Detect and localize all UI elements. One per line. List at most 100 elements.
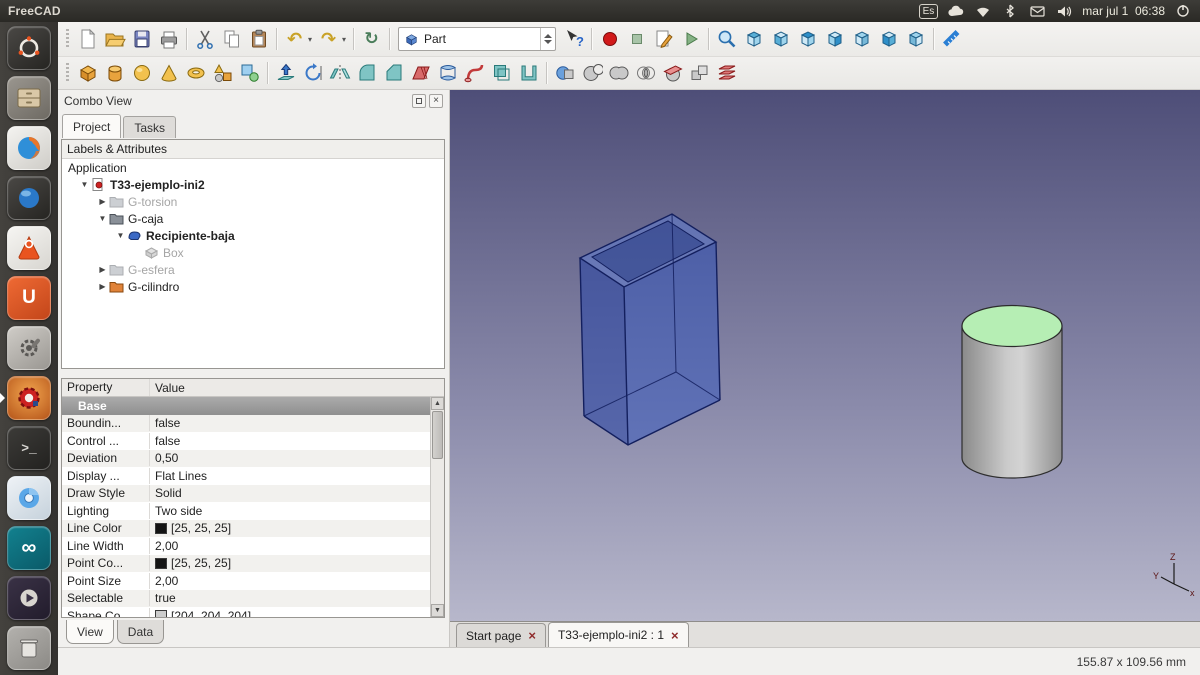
file-print-button[interactable]: [155, 26, 182, 52]
part-section-button[interactable]: [659, 60, 686, 86]
tab-tasks[interactable]: Tasks: [123, 116, 176, 138]
dock-float-button[interactable]: [412, 94, 426, 108]
view-axonometric-button[interactable]: [740, 26, 767, 52]
part-loft-button[interactable]: [434, 60, 461, 86]
property-row[interactable]: Line Width2,00: [62, 537, 430, 555]
property-row[interactable]: Boundin...false: [62, 415, 430, 433]
launcher-home-folder[interactable]: [7, 76, 51, 120]
part-chamfer-button[interactable]: [380, 60, 407, 86]
part-box-button[interactable]: [74, 60, 101, 86]
property-row-base[interactable]: Base: [62, 397, 430, 415]
launcher-dash-home[interactable]: [7, 26, 51, 70]
view-fit-all-button[interactable]: [713, 26, 740, 52]
bluetooth-icon[interactable]: [1001, 2, 1019, 20]
part-fillet-button[interactable]: [353, 60, 380, 86]
box-object[interactable]: [580, 214, 720, 445]
tab-view[interactable]: View: [66, 620, 114, 644]
view-left-button[interactable]: [902, 26, 929, 52]
edit-paste-button[interactable]: [245, 26, 272, 52]
keyboard-layout-indicator[interactable]: Es: [919, 4, 939, 19]
file-save-button[interactable]: [128, 26, 155, 52]
launcher-ubuntu-one[interactable]: [7, 176, 51, 220]
expander-icon[interactable]: ▼: [114, 231, 127, 240]
launcher-chromium[interactable]: [7, 476, 51, 520]
workbench-selector[interactable]: Part: [398, 27, 556, 51]
tab-start-page[interactable]: Start page ×: [456, 623, 546, 647]
tree-item-g-esfera[interactable]: ▶ G-esfera: [62, 261, 444, 278]
expander-icon[interactable]: ▼: [96, 214, 109, 223]
part-sphere-button[interactable]: [128, 60, 155, 86]
tab-project[interactable]: Project: [62, 114, 121, 138]
macro-stop-button[interactable]: [623, 26, 650, 52]
edit-copy-button[interactable]: [218, 26, 245, 52]
launcher-media-player[interactable]: [7, 576, 51, 620]
part-cross-sections-button[interactable]: [713, 60, 740, 86]
property-scrollbar[interactable]: ▲ ▼: [430, 397, 444, 617]
part-common-button[interactable]: [632, 60, 659, 86]
launcher-system-settings[interactable]: [7, 326, 51, 370]
tree-item-document[interactable]: ▼ T33-ejemplo-ini2: [62, 176, 444, 193]
tab-close-icon[interactable]: ×: [671, 629, 679, 642]
whats-this-button[interactable]: ?: [560, 26, 587, 52]
launcher-firefox[interactable]: [7, 126, 51, 170]
part-shapebuilder-button[interactable]: [236, 60, 263, 86]
tree-item-recipiente-baja[interactable]: ▼ Recipiente-baja: [62, 227, 444, 244]
clock[interactable]: mar jul 1 06:38: [1082, 4, 1165, 18]
property-row[interactable]: Selectabletrue: [62, 590, 430, 608]
expander-icon[interactable]: ▶: [96, 265, 109, 274]
scroll-thumb[interactable]: [432, 411, 443, 459]
part-compound-button[interactable]: [686, 60, 713, 86]
macro-edit-button[interactable]: [650, 26, 677, 52]
file-open-button[interactable]: [101, 26, 128, 52]
property-row[interactable]: Display ...Flat Lines: [62, 467, 430, 485]
scroll-track[interactable]: [431, 460, 444, 604]
expander-icon[interactable]: ▼: [78, 180, 91, 189]
macro-play-button[interactable]: [677, 26, 704, 52]
tree-item-g-caja[interactable]: ▼ G-caja: [62, 210, 444, 227]
cylinder-object[interactable]: [962, 306, 1062, 479]
part-boolean-button[interactable]: [551, 60, 578, 86]
part-torus-button[interactable]: [182, 60, 209, 86]
tree-item-g-cilindro[interactable]: ▶ G-cilindro: [62, 278, 444, 295]
part-cylinder-button[interactable]: [101, 60, 128, 86]
property-row[interactable]: LightingTwo side: [62, 502, 430, 520]
dock-close-button[interactable]: ×: [429, 94, 443, 108]
expander-icon[interactable]: ▶: [96, 282, 109, 291]
part-sweep-button[interactable]: [461, 60, 488, 86]
macro-record-button[interactable]: [596, 26, 623, 52]
part-extrude-button[interactable]: [272, 60, 299, 86]
redo-button[interactable]: ↷: [315, 26, 342, 52]
view-bottom-button[interactable]: [875, 26, 902, 52]
undo-dropdown-icon[interactable]: ▾: [305, 35, 315, 44]
view-right-button[interactable]: [821, 26, 848, 52]
tree-item-box[interactable]: Box: [62, 244, 444, 261]
part-ruled-surface-button[interactable]: [407, 60, 434, 86]
property-row[interactable]: Shape Co...[204, 204, 204]: [62, 607, 430, 617]
tab-close-icon[interactable]: ×: [528, 629, 536, 642]
launcher-arduino-ide[interactable]: ∞: [7, 526, 51, 570]
workbench-spinner[interactable]: [540, 28, 555, 50]
launcher-freecad[interactable]: [7, 376, 51, 420]
property-row[interactable]: Point Size2,00: [62, 572, 430, 590]
property-row[interactable]: Deviation0,50: [62, 450, 430, 468]
view-rear-button[interactable]: [848, 26, 875, 52]
part-cut-button[interactable]: [578, 60, 605, 86]
part-revolve-button[interactable]: [299, 60, 326, 86]
scroll-down-icon[interactable]: ▼: [431, 604, 444, 617]
part-mirror-button[interactable]: [326, 60, 353, 86]
3d-viewport[interactable]: Z Y x: [450, 90, 1200, 621]
property-row[interactable]: Control ...false: [62, 432, 430, 450]
tab-document[interactable]: T33-ejemplo-ini2 : 1 ×: [548, 622, 689, 647]
volume-icon[interactable]: [1055, 2, 1073, 20]
property-row[interactable]: Line Color[25, 25, 25]: [62, 520, 430, 538]
edit-cut-button[interactable]: [191, 26, 218, 52]
part-thickness-button[interactable]: [515, 60, 542, 86]
tree-item-g-torsion[interactable]: ▶ G-torsion: [62, 193, 444, 210]
network-wifi-icon[interactable]: [974, 2, 992, 20]
view-front-button[interactable]: [767, 26, 794, 52]
file-new-button[interactable]: [74, 26, 101, 52]
launcher-software-center[interactable]: [7, 226, 51, 270]
mail-icon[interactable]: [1028, 2, 1046, 20]
launcher-terminal[interactable]: >_: [7, 426, 51, 470]
part-union-button[interactable]: [605, 60, 632, 86]
